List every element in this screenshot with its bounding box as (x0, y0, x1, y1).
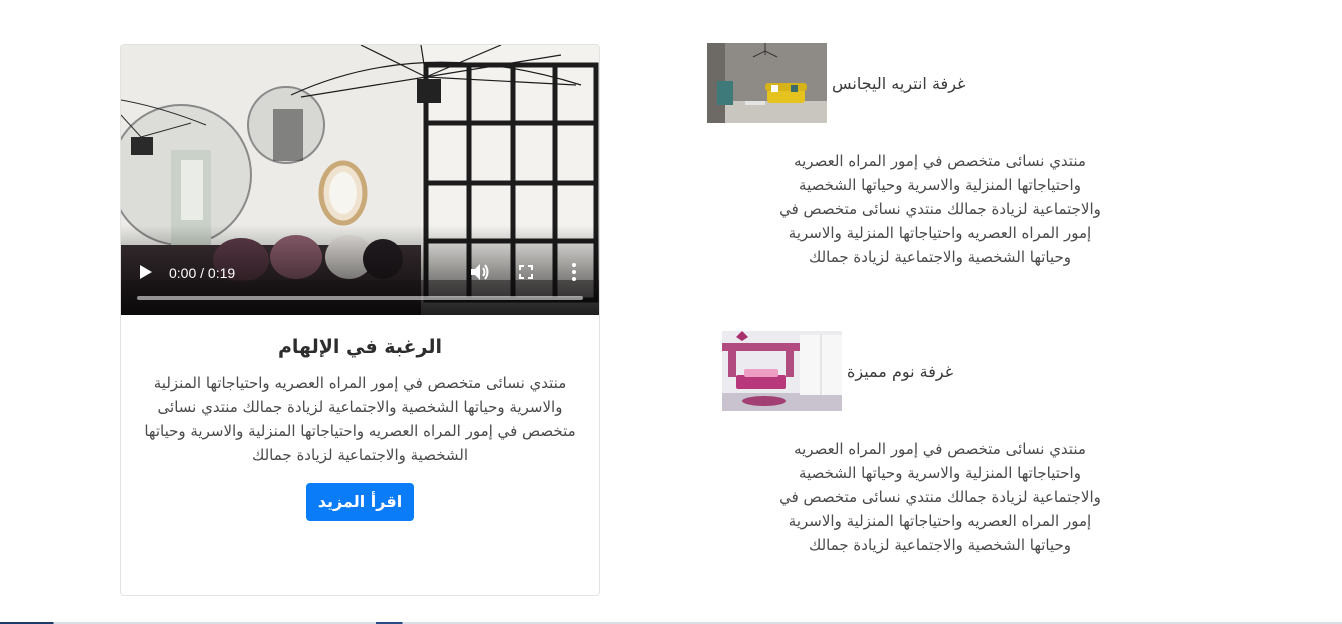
video-controls: 0:00 / 0:19 (121, 251, 599, 315)
play-icon[interactable] (139, 264, 153, 280)
list-item-1-description: منتدي نسائى متخصص في إمور المراه العصريه… (779, 152, 1101, 266)
more-options-icon[interactable] (572, 263, 576, 281)
list-item-2-header[interactable]: غرفة نوم مميزة (722, 331, 953, 411)
list-item-1-title[interactable]: غرفة انتريه اليجانس (832, 74, 965, 93)
card-title: الرغبة في الإلهام (277, 336, 442, 358)
bedroom-thumbnail[interactable] (722, 331, 842, 411)
video-time-display: 0:00 / 0:19 (169, 265, 236, 281)
featured-card: 0:00 / 0:19 الرغبة في الإلهام منتدي نسائ… (120, 44, 600, 596)
list-item-2-title[interactable]: غرفة نوم مميزة (847, 362, 953, 381)
page: 0:00 / 0:19 الرغبة في الإلهام منتدي نسائ… (0, 0, 1342, 624)
video-progress-bar[interactable] (137, 296, 583, 300)
list-item-2-description: منتدي نسائى متخصص في إمور المراه العصريه… (779, 440, 1101, 554)
card-text: منتدي نسائى متخصص في إمور المراه العصريه… (144, 374, 576, 464)
living-room-thumbnail[interactable] (707, 43, 827, 123)
read-more-button[interactable]: اقرأ المزيد (305, 483, 415, 521)
fullscreen-icon[interactable] (519, 265, 533, 279)
list-item-1-header[interactable]: غرفة انتريه اليجانس (707, 43, 965, 123)
video-player[interactable]: 0:00 / 0:19 (121, 45, 599, 315)
volume-icon[interactable] (470, 263, 490, 281)
card-body: الرغبة في الإلهام منتدي نسائى متخصص في إ… (121, 315, 599, 521)
